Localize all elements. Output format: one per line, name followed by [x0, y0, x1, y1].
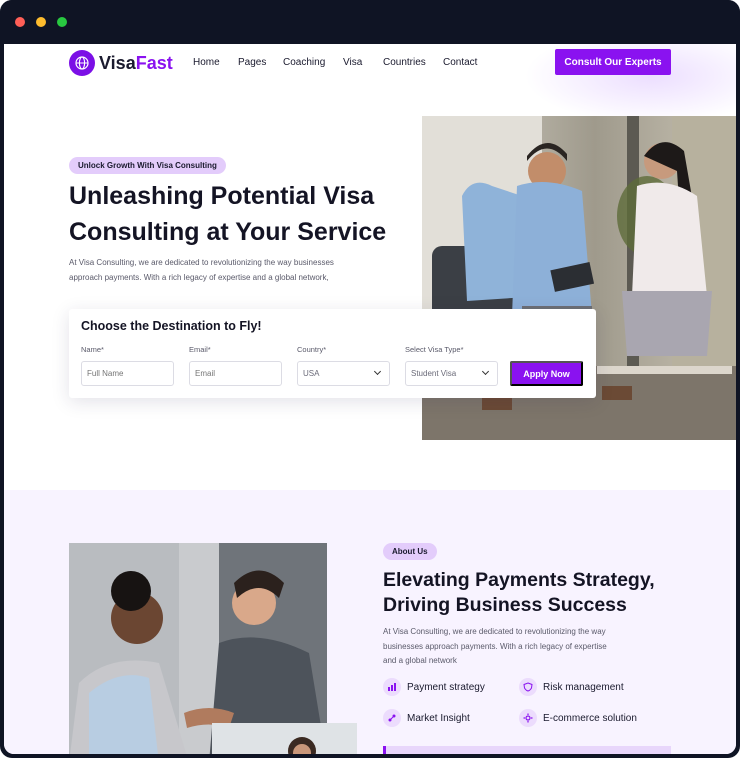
- feature-payment-strategy: Payment strategy: [383, 678, 485, 696]
- feature-label: Market Insight: [407, 712, 470, 724]
- country-label: Country*: [297, 345, 327, 354]
- nav-pages[interactable]: Pages: [238, 57, 266, 68]
- gear-icon: [519, 709, 537, 727]
- close-window-dot[interactable]: [15, 17, 25, 27]
- nav-countries[interactable]: Countries: [383, 57, 426, 68]
- feature-label: E-commerce solution: [543, 712, 637, 724]
- name-input[interactable]: [81, 361, 174, 386]
- hero-title-line2: Consulting at Your Service: [69, 218, 387, 246]
- insight-icon: [383, 709, 401, 727]
- browser-window: VisaFast Home Pages Coaching Visa Countr…: [0, 0, 740, 758]
- visa-type-select[interactable]: Student Visa: [405, 361, 498, 386]
- form-title: Choose the Destination to Fly!: [81, 319, 262, 333]
- about-badge: About Us: [383, 543, 437, 560]
- country-select-value: USA: [303, 369, 320, 378]
- destination-form-card: Choose the Destination to Fly! Name* Ema…: [69, 309, 596, 398]
- nav-visa[interactable]: Visa: [343, 57, 362, 68]
- country-select[interactable]: USA: [297, 361, 390, 386]
- hero-title-line1: Unleashing Potential Visa: [69, 182, 375, 210]
- hero-badge: Unlock Growth With Visa Consulting: [69, 157, 226, 174]
- globe-icon: [69, 50, 95, 76]
- email-label: Email*: [189, 345, 211, 354]
- page-viewport: VisaFast Home Pages Coaching Visa Countr…: [4, 44, 736, 754]
- about-desc-line1: At Visa Consulting, we are dedicated to …: [383, 627, 606, 636]
- feature-ecommerce-solution: E-commerce solution: [519, 709, 637, 727]
- site-logo[interactable]: VisaFast: [69, 50, 173, 76]
- logo-text-accent: Fast: [135, 52, 173, 73]
- nav-home[interactable]: Home: [193, 57, 220, 68]
- feature-risk-management: Risk management: [519, 678, 624, 696]
- chevron-down-icon: [373, 367, 382, 376]
- apply-now-button[interactable]: Apply Now: [510, 361, 583, 386]
- about-desc-line3: and a global network: [383, 656, 457, 665]
- secondary-photo: [212, 723, 357, 754]
- consult-experts-button[interactable]: Consult Our Experts: [555, 49, 671, 75]
- hero-desc-line1: At Visa Consulting, we are dedicated to …: [69, 258, 334, 267]
- about-desc-line2: businesses approach payments. With a ric…: [383, 641, 607, 651]
- nav-contact[interactable]: Contact: [443, 57, 477, 68]
- about-title-line2: Driving Business Success: [383, 594, 627, 616]
- hero-title: Unleashing Potential Visa Consulting at …: [69, 178, 419, 250]
- top-navbar: VisaFast Home Pages Coaching Visa Countr…: [4, 44, 736, 84]
- hero-desc-line2: approach payments. With a rich legacy of…: [69, 273, 329, 282]
- about-title: Elevating Payments Strategy, Driving Bus…: [383, 568, 703, 618]
- minimize-window-dot[interactable]: [36, 17, 46, 27]
- window-titlebar: [0, 0, 740, 44]
- visa-type-select-value: Student Visa: [411, 369, 457, 378]
- shield-icon: [519, 678, 537, 696]
- maximize-window-dot[interactable]: [57, 17, 67, 27]
- chevron-down-icon: [481, 367, 490, 376]
- visa-type-label: Select Visa Type*: [405, 345, 464, 354]
- logo-text: VisaFast: [99, 53, 173, 74]
- about-title-line1: Elevating Payments Strategy,: [383, 569, 655, 591]
- logo-text-main: Visa: [99, 52, 136, 73]
- about-highlight-bar: [383, 746, 671, 754]
- feature-label: Payment strategy: [407, 681, 485, 693]
- hero-description: At Visa Consulting, we are dedicated to …: [69, 255, 379, 285]
- chart-icon: [383, 678, 401, 696]
- feature-market-insight: Market Insight: [383, 709, 470, 727]
- feature-label: Risk management: [543, 681, 624, 693]
- email-input[interactable]: [189, 361, 282, 386]
- name-label: Name*: [81, 345, 104, 354]
- about-description: At Visa Consulting, we are dedicated to …: [383, 625, 643, 669]
- nav-coaching[interactable]: Coaching: [283, 57, 325, 68]
